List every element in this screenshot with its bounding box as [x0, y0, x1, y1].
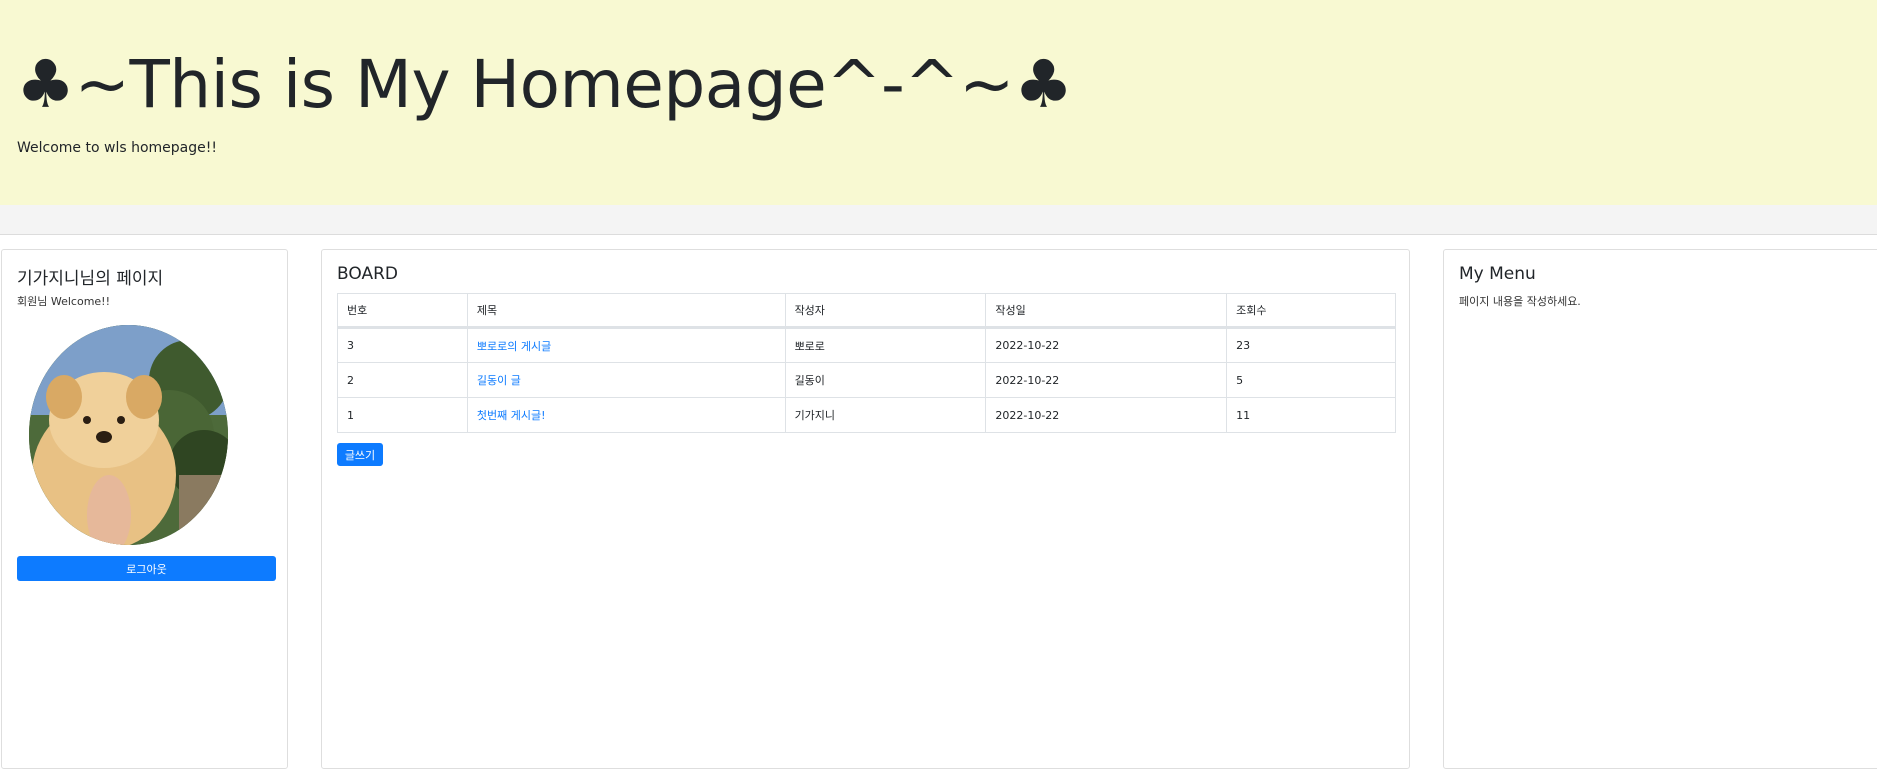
cell-title: 뽀로로의 게시글 [466, 327, 786, 363]
cell-number: 3 [337, 327, 468, 363]
column-header-number: 번호 [337, 293, 468, 329]
page-title: ♣~This is My Homepage^-^~♣ [16, 46, 1073, 123]
post-title-link[interactable]: 길동이 글 [477, 374, 521, 387]
table-row: 2 길동이 글 길동이 2022-10-22 5 [337, 362, 1396, 398]
cell-views: 5 [1226, 362, 1396, 398]
cell-number: 1 [337, 397, 468, 433]
nav-band [0, 205, 1877, 235]
avatar [29, 325, 228, 545]
cell-number: 2 [337, 362, 468, 398]
cell-author: 길동이 [784, 362, 987, 398]
table-row: 3 뽀로로의 게시글 뽀로로 2022-10-22 23 [337, 327, 1396, 363]
page-header: ♣~This is My Homepage^-^~♣ Welcome to wl… [0, 0, 1877, 205]
column-header-author: 작성자 [784, 293, 987, 329]
menu-title: My Menu [1459, 264, 1536, 284]
puppy-photo [29, 325, 228, 545]
cell-date: 2022-10-22 [985, 327, 1228, 363]
cell-views: 23 [1226, 327, 1396, 363]
cell-date: 2022-10-22 [985, 362, 1228, 398]
column-header-views: 조회수 [1226, 293, 1396, 329]
page-subtitle: Welcome to wls homepage!! [17, 140, 217, 156]
profile-card: 기가지니님의 페이지 회원님 Welcome!! 로그아웃 [1, 249, 288, 769]
menu-text: 페이지 내용을 작성하세요. [1459, 295, 1581, 308]
column-header-date: 작성일 [985, 293, 1228, 329]
write-post-button[interactable]: 글쓰기 [337, 443, 383, 466]
post-title-link[interactable]: 뽀로로의 게시글 [477, 340, 551, 353]
table-header-row: 번호 제목 작성자 작성일 조회수 [337, 293, 1396, 329]
profile-greeting: 회원님 Welcome!! [17, 295, 110, 308]
column-header-title: 제목 [466, 293, 786, 329]
cell-author: 기가지니 [784, 397, 987, 433]
cell-title: 길동이 글 [466, 362, 786, 398]
cell-author: 뽀로로 [784, 327, 987, 363]
post-title-link[interactable]: 첫번째 게시글! [477, 409, 546, 422]
cell-title: 첫번째 게시글! [466, 397, 786, 433]
table-row: 1 첫번째 게시글! 기가지니 2022-10-22 11 [337, 397, 1396, 433]
cell-date: 2022-10-22 [985, 397, 1228, 433]
board-title: BOARD [337, 264, 398, 284]
cell-views: 11 [1226, 397, 1396, 433]
board-table: 번호 제목 작성자 작성일 조회수 3 뽀로로의 게시글 뽀로로 2022-10… [337, 293, 1396, 433]
profile-title: 기가지니님의 페이지 [17, 269, 164, 289]
board-card: BOARD 번호 제목 작성자 작성일 조회수 3 뽀로로의 게시글 뽀로로 2… [321, 249, 1410, 769]
logout-button[interactable]: 로그아웃 [17, 556, 276, 581]
menu-card: My Menu 페이지 내용을 작성하세요. [1443, 249, 1877, 769]
